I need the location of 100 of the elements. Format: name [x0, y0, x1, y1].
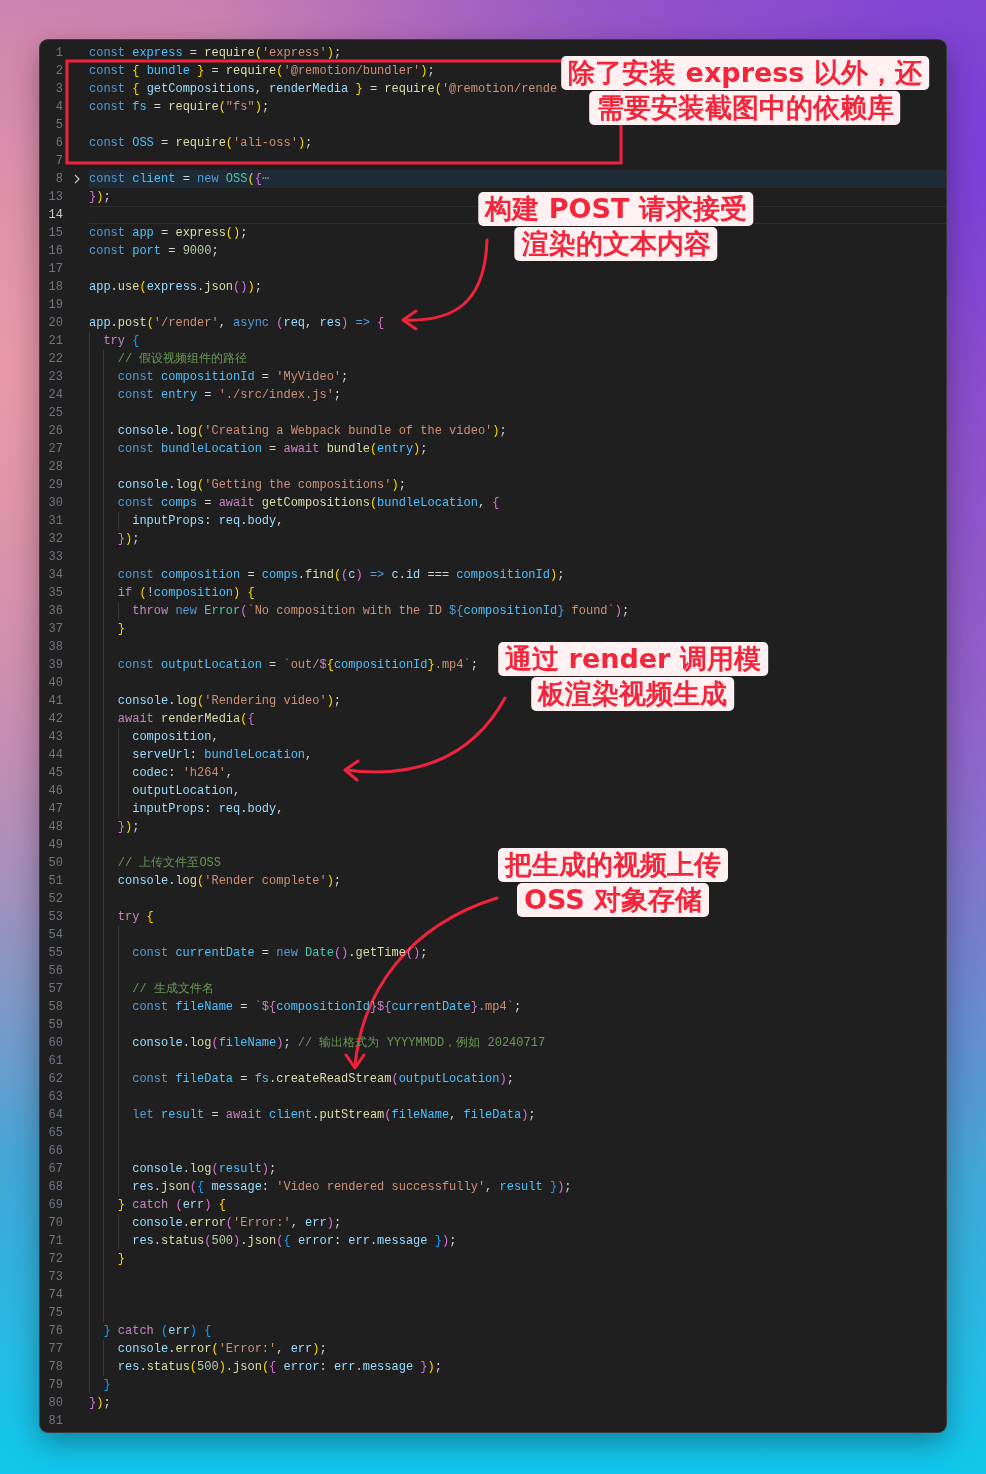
code-line: await renderMedia({ [116, 712, 255, 726]
line-number: 71 [47, 1233, 64, 1250]
line-number: 2 [54, 63, 64, 80]
line-number: 75 [47, 1305, 64, 1322]
line-number: 21 [47, 333, 64, 350]
line-number: 45 [47, 765, 64, 782]
code-line: console.error('Error:', err); [116, 1342, 327, 1356]
line-number: 1 [54, 45, 64, 62]
code-line: const composition = comps.find((c) => c.id === compositionId); [116, 568, 565, 582]
code-line: // 生成文件名 [131, 982, 214, 996]
code-line: const bundleLocation = await bundle(entry); [116, 442, 428, 456]
annotation-label: 需要安装截图中的依赖库 [589, 91, 901, 125]
line-number: 8 [54, 171, 64, 188]
annotation-label: 板渲染视频生成 [531, 677, 735, 711]
line-number: 46 [47, 783, 64, 800]
code-line: inputProps: req.body, [131, 802, 284, 816]
line-number: 32 [47, 531, 64, 548]
line-number: 76 [47, 1323, 64, 1340]
code-line: app.use(express.json()); [89, 280, 262, 294]
code-line: codec: 'h264', [131, 766, 234, 780]
line-number: 27 [47, 441, 64, 458]
line-number: 63 [47, 1089, 64, 1106]
code-line: } catch (err) { [102, 1324, 212, 1338]
line-number: 61 [47, 1053, 64, 1070]
line-number: 65 [47, 1125, 64, 1142]
code-line: if (!composition) { [116, 586, 255, 600]
line-number: 35 [47, 585, 64, 602]
code-line: } [116, 622, 125, 636]
line-number: 38 [47, 639, 64, 656]
code-line: const { getCompositions, renderMedia } = require('@remotion/rende [89, 82, 558, 96]
line-number: 72 [47, 1251, 64, 1268]
line-number: 62 [47, 1071, 64, 1088]
code-line: res.status(500).json({ error: err.message }); [131, 1234, 457, 1248]
chevron-icon[interactable] [74, 174, 80, 184]
line-number: 18 [47, 279, 64, 296]
code-line: res.json({ message: 'Video rendered successfully', result }); [131, 1180, 572, 1194]
annotation-label: OSS 对象存储 [517, 883, 709, 917]
annotation-label: 构建 POST 请求接受 [478, 192, 754, 226]
code-line: const fs = require("fs"); [89, 100, 270, 114]
line-number: 67 [47, 1161, 64, 1178]
line-number: 15 [47, 225, 64, 242]
line-number: 52 [47, 891, 64, 908]
line-number: 80 [47, 1395, 64, 1412]
code-line: }); [89, 1396, 111, 1410]
code-line: const express = require('express'); [89, 46, 342, 60]
line-number: 60 [47, 1035, 64, 1052]
code-line: console.log(result); [131, 1162, 277, 1176]
code-line: const entry = './src/index.js'; [116, 388, 342, 402]
line-number: 43 [47, 729, 64, 746]
code-line: // 假设视频组件的路径 [116, 352, 248, 366]
line-number: 25 [47, 405, 64, 422]
line-number: 37 [47, 621, 64, 638]
line-number: 74 [47, 1287, 64, 1304]
code-line: console.log('Getting the compositions'); [116, 478, 406, 492]
line-number: 44 [47, 747, 64, 764]
line-number: 16 [47, 243, 64, 260]
line-number: 19 [47, 297, 64, 314]
line-number: 22 [47, 351, 64, 368]
line-number: 58 [47, 999, 64, 1016]
code-line: } [102, 1378, 111, 1392]
code-line: console.log('Creating a Webpack bundle of the video'); [116, 424, 507, 438]
code-line: composition, [131, 730, 219, 744]
code-line: console.log('Render complete'); [116, 874, 342, 888]
line-number: 68 [47, 1179, 64, 1196]
code-line: const currentDate = new Date().getTime(); [131, 946, 428, 960]
code-line: }); [116, 532, 140, 546]
line-number: 54 [47, 927, 64, 944]
code-line: serveUrl: bundleLocation, [131, 748, 313, 762]
line-number: 26 [47, 423, 64, 440]
code-line: const compositionId = 'MyVideo'; [116, 370, 349, 384]
code-line: try { [102, 334, 140, 348]
annotation-label: 渲染的文本内容 [514, 227, 718, 261]
line-number: 42 [47, 711, 64, 728]
code-line: res.status(500).json({ error: err.message }); [116, 1360, 442, 1374]
annotation-label: 通过 render 调用模 [498, 642, 768, 676]
code-line: } catch (err) { [116, 1198, 226, 1212]
line-number: 55 [47, 945, 64, 962]
line-number: 56 [47, 963, 64, 980]
line-number: 40 [47, 675, 64, 692]
line-number: 5 [54, 117, 64, 134]
code-line: // 上传文件至OSS [116, 856, 221, 870]
line-number: 28 [47, 459, 64, 476]
line-number: 47 [47, 801, 64, 818]
code-line: const comps = await getCompositions(bundleLocation, { [116, 496, 500, 510]
line-number: 6 [54, 135, 64, 152]
code-line: }); [89, 190, 111, 204]
code-line: const port = 9000; [89, 244, 219, 258]
line-number: 51 [47, 873, 64, 890]
line-number: 66 [47, 1143, 64, 1160]
line-number: 79 [47, 1377, 64, 1394]
code-line: const outputLocation = `out/${compositionId}.mp4`; [116, 658, 478, 672]
line-number: 36 [47, 603, 64, 620]
code-line: const { bundle } = require('@remotion/bundler'); [89, 64, 435, 78]
code-line: try { [116, 910, 154, 924]
line-number: 59 [47, 1017, 64, 1034]
code-line: app.post('/render', async (req, res) => { [89, 316, 385, 330]
code-line: console.log('Rendering video'); [116, 694, 342, 708]
line-number: 78 [47, 1359, 64, 1376]
line-number: 24 [47, 387, 64, 404]
line-number: 53 [47, 909, 64, 926]
